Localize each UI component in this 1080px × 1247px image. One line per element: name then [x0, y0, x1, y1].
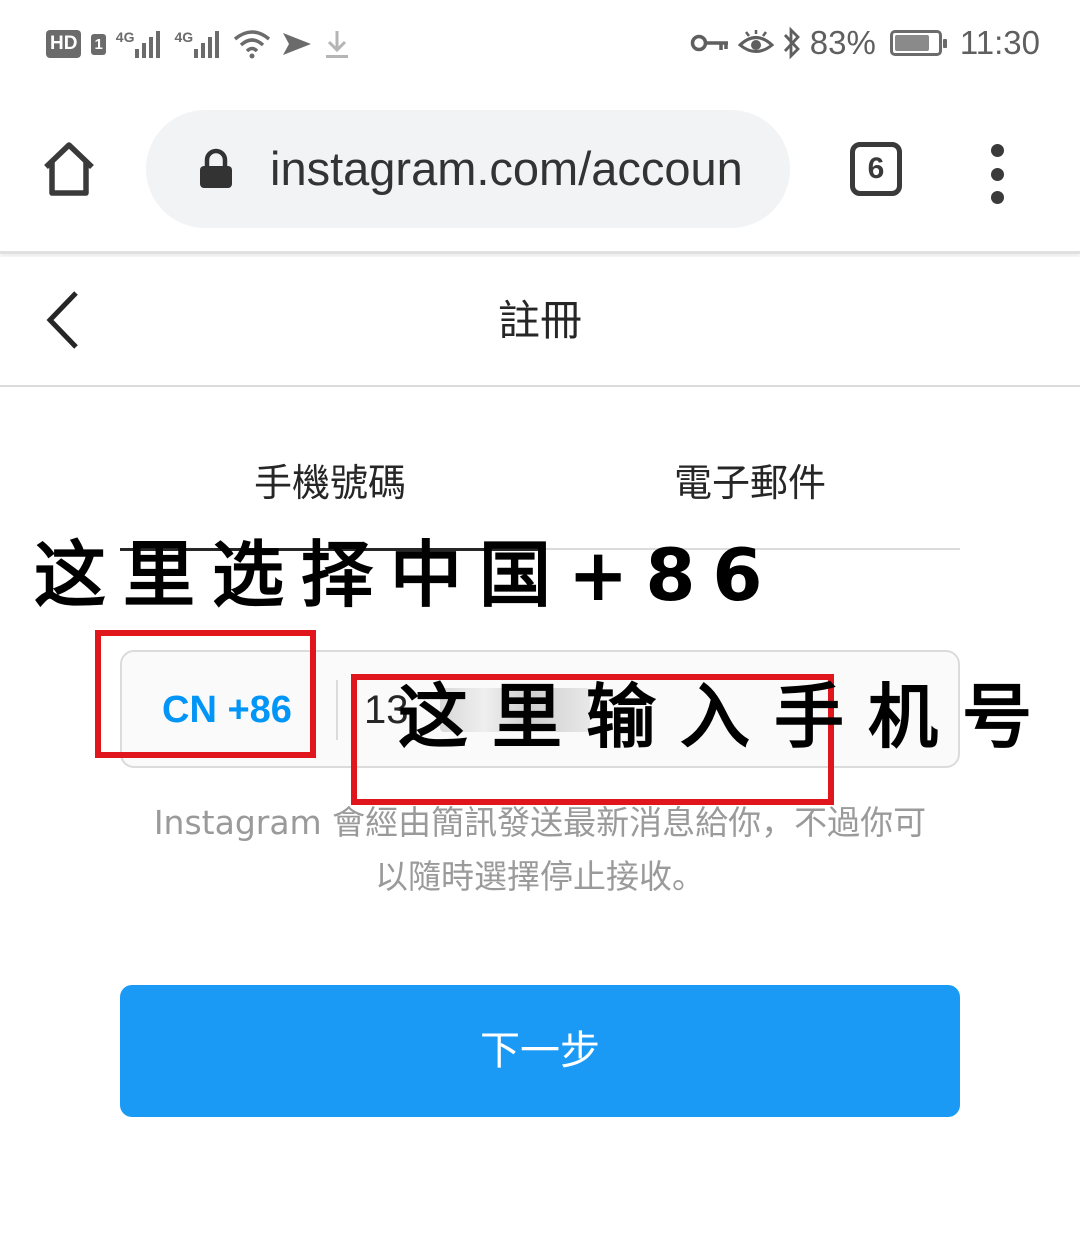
network-type-label: 4G [174, 29, 194, 45]
signal-icon: 4G [116, 29, 165, 59]
annotation-select-country: 这里选择中国+86 [34, 533, 780, 617]
sim-badge: 1 [91, 33, 106, 55]
page-title: 註冊 [497, 296, 582, 345]
bluetooth-icon [782, 26, 802, 60]
url-text: instagram.com/accoun [270, 142, 743, 195]
sms-notice: Instagram 會經由簡訊發送最新消息給你，不過你可 以隨時選擇停止接收。 [120, 796, 960, 904]
hd-badge: HD [46, 30, 82, 58]
eye-icon [737, 28, 774, 58]
battery-icon [889, 30, 947, 56]
wifi-icon [233, 29, 271, 59]
key-icon [690, 31, 730, 55]
next-button[interactable]: 下一步 [120, 985, 960, 1117]
clock: 11:30 [959, 24, 1040, 61]
browser-toolbar: instagram.com/accoun 6 [0, 86, 1080, 254]
battery-fill [894, 35, 930, 51]
signal-icon: 4G [174, 29, 223, 59]
tab-phone-number[interactable]: 手機號碼 [120, 440, 540, 540]
address-bar[interactable]: instagram.com/accoun [146, 110, 790, 228]
annotation-box-country [95, 630, 316, 758]
input-divider [336, 680, 338, 740]
status-bar: HD 1 4G 4G 83% 11:30 [0, 0, 1080, 86]
send-icon [281, 29, 313, 59]
more-vert-icon[interactable] [984, 144, 1010, 204]
status-right: 83% 11:30 [690, 22, 1040, 64]
lock-icon [198, 148, 234, 194]
status-left: HD 1 4G 4G [46, 24, 351, 64]
network-type-label: 4G [115, 29, 135, 45]
annotation-enter-phone: 这里输入手机号 [398, 676, 1056, 758]
page-header: 註冊 [0, 257, 1080, 387]
sms-notice-line-2: 以隨時選擇停止接收。 [375, 857, 705, 896]
tab-email[interactable]: 電子郵件 [540, 440, 960, 540]
tabs-icon[interactable]: 6 [850, 142, 902, 196]
download-icon [323, 28, 351, 60]
home-icon[interactable] [40, 140, 104, 204]
battery-percent: 83% [809, 24, 876, 61]
